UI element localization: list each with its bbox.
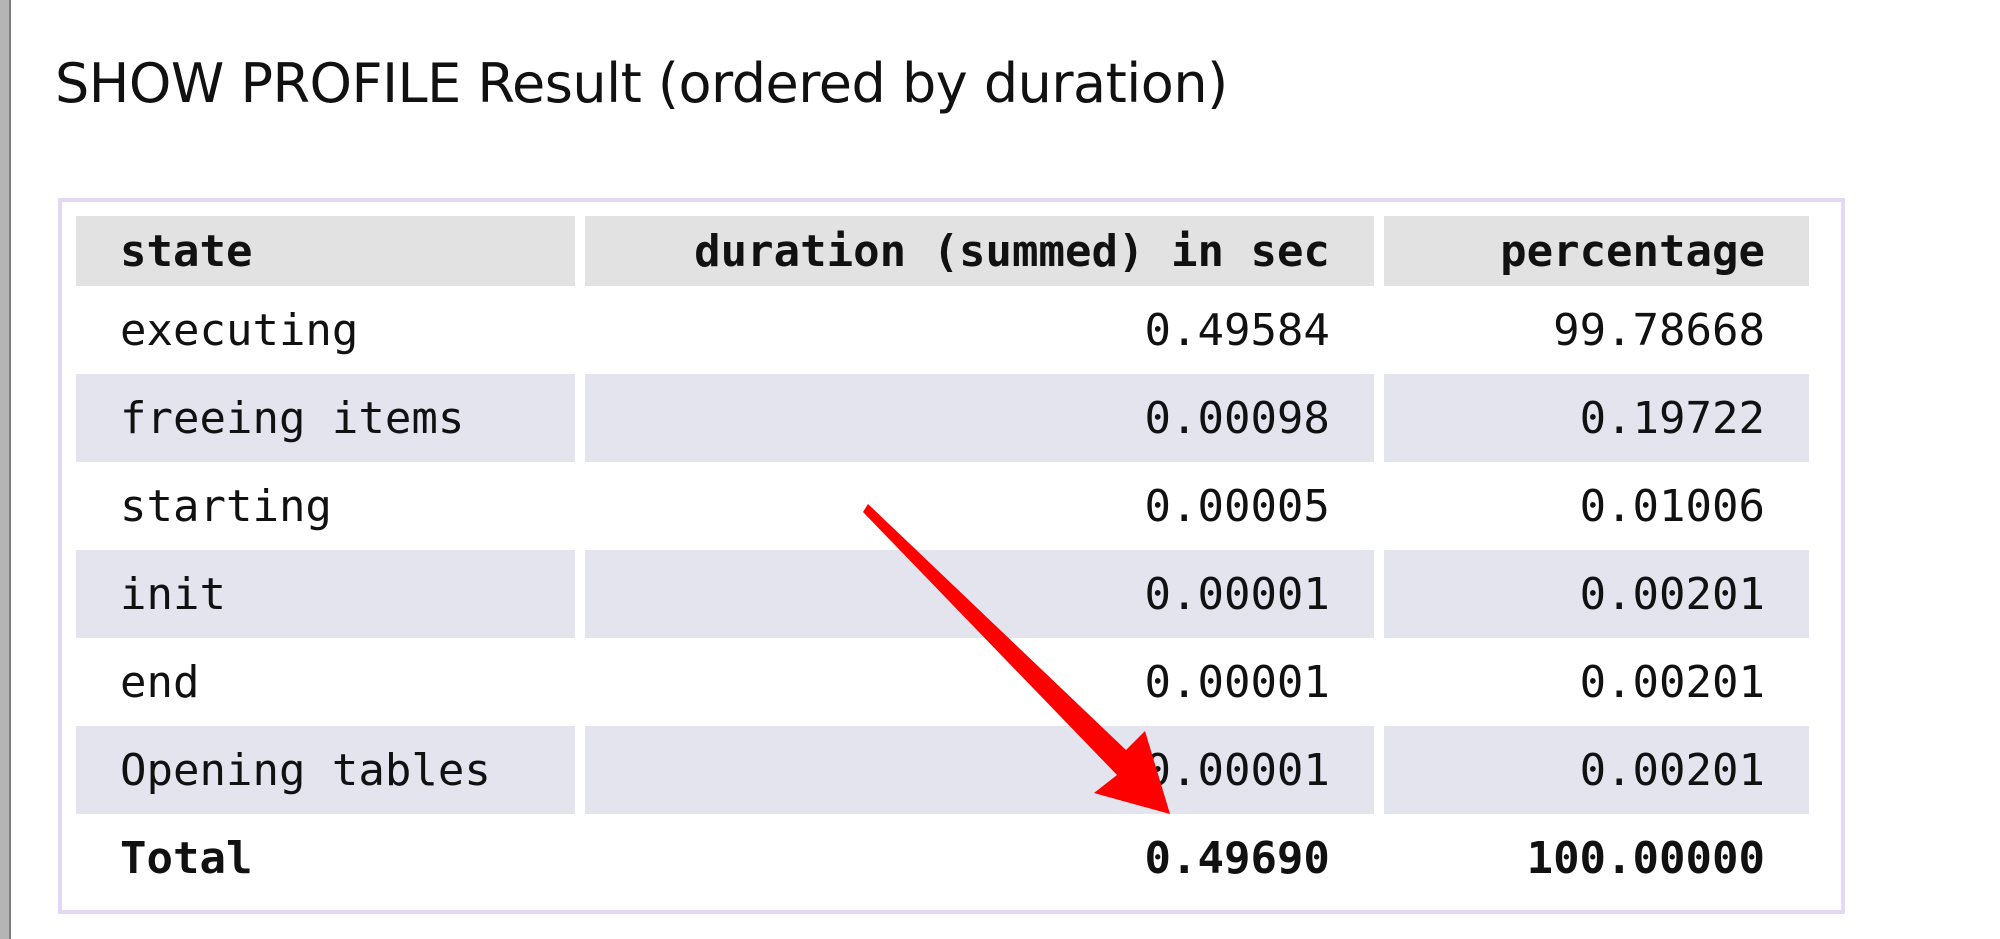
profile-table-frame: state duration (summed) in sec percentag… (58, 198, 1845, 914)
cell-state: freeing items (76, 374, 576, 462)
cell-total-percentage: 100.00000 (1526, 832, 1765, 884)
panel-title: SHOW PROFILE Result (ordered by duration… (55, 52, 1228, 115)
table-row: starting 0.00005 0.01006 (76, 462, 1809, 550)
cell-duration: 0.00098 (585, 374, 1374, 462)
table-header-row: state duration (summed) in sec percentag… (76, 216, 1809, 286)
cell-duration: 0.00001 (585, 726, 1374, 814)
cell-percentage: 0.19722 (1383, 374, 1809, 462)
cell-state: init (76, 550, 576, 638)
cell-state: end (120, 656, 200, 708)
cell-percentage: 0.00201 (1579, 656, 1765, 708)
table-total-row: Total 0.49690 100.00000 (76, 814, 1809, 902)
table-row: init 0.00001 0.00201 (76, 550, 1809, 638)
cell-percentage: 0.00201 (1383, 550, 1809, 638)
table-row: Opening tables 0.00001 0.00201 (76, 726, 1809, 814)
table-row: end 0.00001 0.00201 (76, 638, 1809, 726)
cell-state: starting (120, 480, 332, 532)
cell-total-duration: 0.49690 (1144, 832, 1330, 884)
cell-duration: 0.00001 (1144, 656, 1330, 708)
cell-state: executing (120, 304, 359, 356)
cell-percentage: 99.78668 (1553, 304, 1765, 356)
cell-duration: 0.49584 (1144, 304, 1330, 356)
column-header-state: state (76, 216, 576, 286)
profile-table: state duration (summed) in sec percentag… (66, 216, 1819, 902)
table-row: executing 0.49584 99.78668 (76, 286, 1809, 374)
column-header-percentage: percentage (1383, 216, 1809, 286)
cell-total-label: Total (120, 832, 253, 884)
cell-percentage: 0.00201 (1383, 726, 1809, 814)
column-header-duration: duration (summed) in sec (585, 216, 1374, 286)
window-left-edge (0, 0, 11, 939)
cell-percentage: 0.01006 (1579, 480, 1765, 532)
cell-state: Opening tables (76, 726, 576, 814)
cell-duration: 0.00001 (585, 550, 1374, 638)
table-row: freeing items 0.00098 0.19722 (76, 374, 1809, 462)
cell-duration: 0.00005 (1144, 480, 1330, 532)
